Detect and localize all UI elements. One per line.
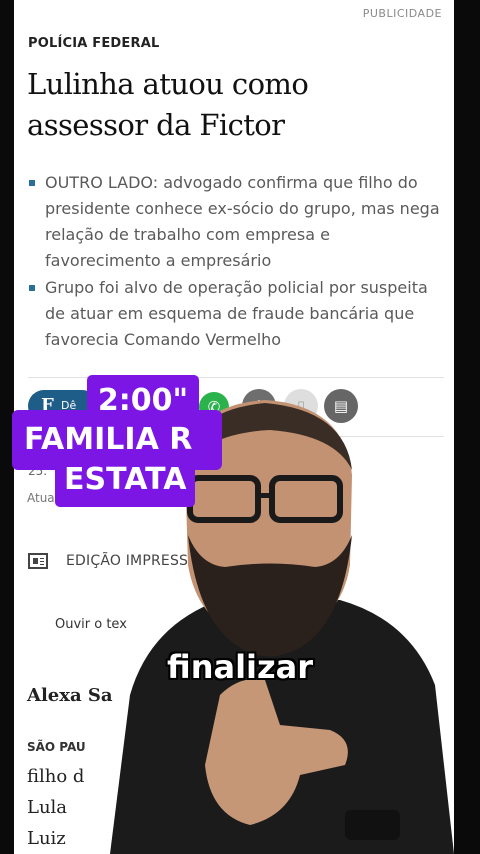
body-line: filho d: [27, 766, 85, 787]
overlay-timer: 2:00": [87, 375, 199, 425]
video-edge-right: [454, 0, 480, 854]
overlay-title-line2: ESTATA: [55, 453, 195, 507]
body-line: Lula: [27, 797, 68, 818]
dateline-city: SÃO PAU: [27, 740, 86, 754]
article-headline: Lulinha atuou como assessor da Fictor: [27, 67, 309, 142]
section-label[interactable]: POLÍCIA FEDERAL: [28, 36, 159, 51]
summary-bullet: OUTRO LADO: advogado confirma que filho …: [28, 170, 448, 274]
ad-label: PUBLICIDADE: [362, 7, 442, 20]
body-line: Luiz: [27, 828, 66, 849]
summary-bullet: Grupo foi alvo de operação policial por …: [28, 275, 448, 353]
video-caption: finalizar: [166, 648, 314, 686]
newspaper-icon: [28, 553, 48, 569]
article-summary: OUTRO LADO: advogado confirma que filho …: [28, 170, 448, 354]
updated-date: Atua: [27, 491, 55, 505]
